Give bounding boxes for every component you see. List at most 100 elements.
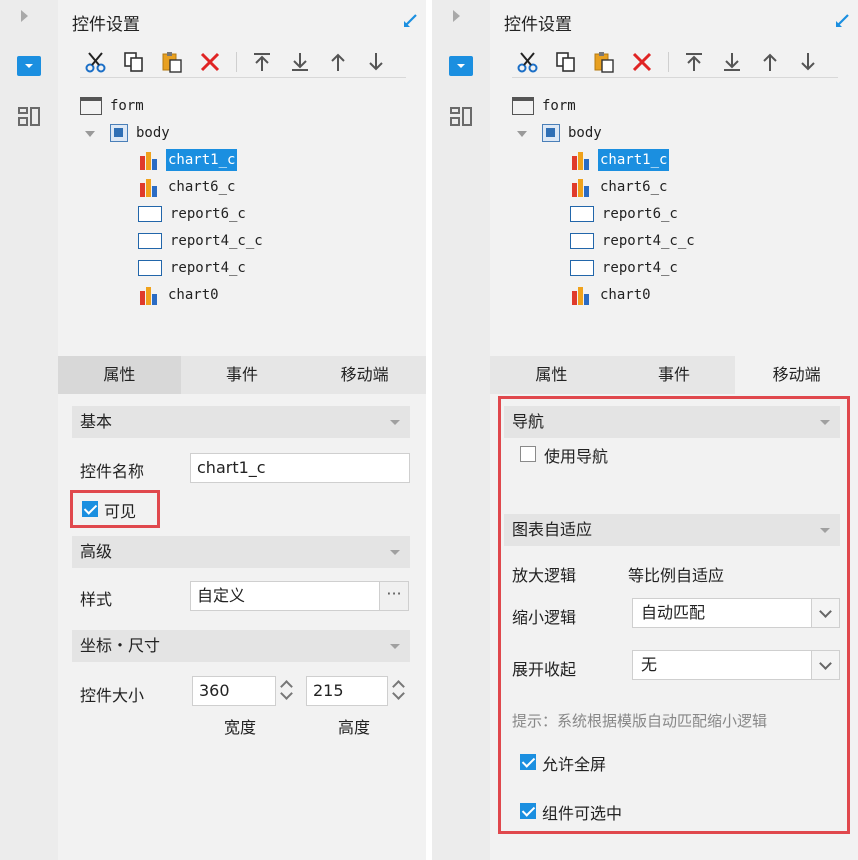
style-label: 样式 — [80, 590, 113, 609]
cut-icon[interactable] — [516, 50, 540, 74]
widget-settings-icon[interactable] — [449, 56, 473, 76]
move-top-icon[interactable] — [682, 50, 706, 74]
tab-events[interactable]: 事件 — [613, 356, 736, 394]
section-advanced[interactable]: 高级 — [72, 536, 410, 568]
tab-events[interactable]: 事件 — [181, 356, 304, 394]
move-up-icon[interactable] — [758, 50, 782, 74]
allow-fullscreen-label: 允许全屏 — [542, 755, 607, 774]
pin-icon[interactable] — [834, 13, 850, 29]
selectable-checkbox[interactable] — [520, 803, 536, 819]
tree-node-report4-c-c[interactable]: report4_c_c — [570, 229, 697, 253]
report-icon — [570, 233, 594, 249]
use-navigation-checkbox[interactable] — [520, 446, 536, 462]
tab-mobile[interactable]: 移动端 — [735, 356, 858, 394]
copy-icon[interactable] — [554, 50, 578, 74]
report-icon — [138, 233, 162, 249]
chart-icon — [572, 152, 589, 170]
zoom-out-label: 缩小逻辑 — [512, 608, 577, 627]
tree-node-report4-c[interactable]: report4_c — [570, 256, 680, 280]
collapse-caret-icon[interactable] — [85, 131, 95, 137]
tree-node-report6-c[interactable]: report6_c — [570, 202, 680, 226]
layout-icon[interactable] — [18, 105, 40, 127]
tree-node-report4-c-c[interactable]: report4_c_c — [138, 229, 265, 253]
collapse-caret-icon[interactable] — [517, 131, 527, 137]
delete-icon[interactable] — [198, 50, 222, 74]
layout-icon[interactable] — [450, 105, 472, 127]
widget-settings-icon[interactable] — [17, 56, 41, 76]
chart-icon — [140, 152, 157, 170]
chart-icon — [572, 179, 589, 197]
collapse-icon — [390, 644, 400, 649]
section-basic[interactable]: 基本 — [72, 406, 410, 438]
collapse-icon — [390, 420, 400, 425]
zoom-out-select[interactable]: 自动匹配 — [632, 598, 840, 628]
side-rail — [432, 0, 490, 860]
allow-fullscreen-checkbox[interactable] — [520, 754, 536, 770]
move-bottom-icon[interactable] — [288, 50, 312, 74]
tree-node-chart6-c[interactable]: chart6_c — [138, 175, 237, 199]
form-icon — [512, 97, 534, 115]
tree-node-form[interactable]: form — [512, 94, 578, 118]
style-input[interactable]: 自定义 — [190, 581, 380, 611]
expand-arrow-icon[interactable] — [453, 10, 460, 22]
tree-node-form[interactable]: form — [80, 94, 146, 118]
section-chart-adaptive[interactable]: 图表自适应 — [504, 514, 840, 546]
tab-properties[interactable]: 属性 — [58, 356, 181, 394]
tab-mobile[interactable]: 移动端 — [303, 356, 426, 394]
collapse-icon — [820, 420, 830, 425]
width-input[interactable]: 360 — [192, 676, 276, 706]
paste-icon[interactable] — [592, 50, 616, 74]
width-stepper[interactable] — [276, 676, 298, 706]
tree-node-chart0[interactable]: chart0 — [570, 283, 653, 307]
height-input[interactable]: 215 — [306, 676, 388, 706]
panel-title: 控件设置 — [504, 15, 572, 35]
copy-icon[interactable] — [122, 50, 146, 74]
expand-label: 展开收起 — [512, 660, 577, 679]
tree-node-chart6-c[interactable]: chart6_c — [570, 175, 669, 199]
move-top-icon[interactable] — [250, 50, 274, 74]
collapse-icon — [390, 550, 400, 555]
move-down-icon[interactable] — [796, 50, 820, 74]
move-up-icon[interactable] — [326, 50, 350, 74]
height-stepper[interactable] — [388, 676, 410, 706]
selectable-label: 组件可选中 — [542, 804, 623, 823]
tab-properties[interactable]: 属性 — [490, 356, 613, 394]
property-tabs: 属性 事件 移动端 — [58, 356, 426, 394]
report-icon — [138, 260, 162, 276]
pin-icon[interactable] — [402, 13, 418, 29]
width-caption: 宽度 — [224, 718, 257, 737]
tree-node-chart0[interactable]: chart0 — [138, 283, 221, 307]
toolbar — [80, 48, 406, 78]
zoom-in-value: 等比例自适应 — [628, 566, 725, 585]
body-icon — [110, 124, 128, 142]
section-coord-size[interactable]: 坐标・尺寸 — [72, 630, 410, 662]
report-icon — [570, 260, 594, 276]
tree-node-report4-c[interactable]: report4_c — [138, 256, 248, 280]
delete-icon[interactable] — [630, 50, 654, 74]
tree-node-report6-c[interactable]: report6_c — [138, 202, 248, 226]
expand-select[interactable]: 无 — [632, 650, 840, 680]
size-label: 控件大小 — [80, 686, 145, 705]
section-navigation[interactable]: 导航 — [504, 406, 840, 438]
tree-node-chart1-c[interactable]: chart1_c — [570, 148, 670, 172]
widget-name-input[interactable]: chart1_c — [190, 453, 410, 483]
cut-icon[interactable] — [84, 50, 108, 74]
tree-node-body[interactable]: body — [542, 121, 604, 145]
report-icon — [570, 206, 594, 222]
visible-checkbox[interactable] — [82, 501, 98, 517]
style-more-button[interactable]: ··· — [379, 581, 409, 611]
body-icon — [542, 124, 560, 142]
collapse-icon — [820, 528, 830, 533]
height-caption: 高度 — [338, 718, 371, 737]
toolbar — [512, 48, 838, 78]
move-down-icon[interactable] — [364, 50, 388, 74]
tree-node-chart1-c[interactable]: chart1_c — [138, 148, 238, 172]
chart-icon — [572, 287, 589, 305]
property-tabs: 属性 事件 移动端 — [490, 356, 858, 394]
expand-arrow-icon[interactable] — [21, 10, 28, 22]
paste-icon[interactable] — [160, 50, 184, 74]
move-bottom-icon[interactable] — [720, 50, 744, 74]
use-navigation-label: 使用导航 — [544, 447, 609, 466]
side-rail — [0, 0, 58, 860]
tree-node-body[interactable]: body — [110, 121, 172, 145]
